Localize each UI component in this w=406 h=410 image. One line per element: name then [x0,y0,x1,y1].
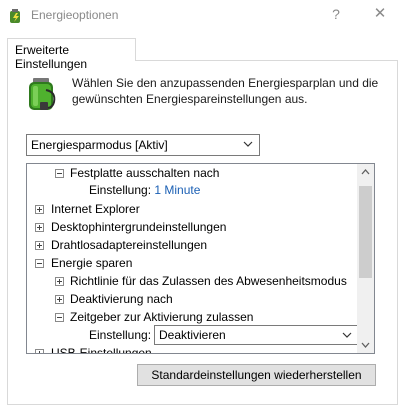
scroll-down-arrow-icon[interactable] [357,336,374,353]
expand-icon[interactable] [35,223,44,232]
wake-timers-dropdown[interactable]: Deaktivieren [154,325,358,345]
chevron-down-icon [243,141,253,147]
power-plan-selected: Energiesparmodus [Aktiv] [31,138,168,152]
setting-label: Einstellung: [89,328,152,342]
intro-text: Wählen Sie den anzupassenden Energiespar… [72,76,379,106]
restore-defaults-button[interactable]: Standardeinstellungen wiederherstellen [137,364,376,386]
power-plan-dropdown[interactable]: Energiesparmodus [Aktiv] [26,134,260,156]
energy-options-window: Energieoptionen ? ✕ Erweiterte Einstellu… [0,0,406,410]
expand-icon[interactable] [35,205,44,214]
tree-item-hard-disk-off[interactable]: Festplatte ausschalten nach [70,164,219,182]
expand-icon[interactable] [55,277,64,286]
tab-advanced-settings[interactable]: Erweiterte Einstellungen [7,38,136,71]
tree-setting-row[interactable]: Einstellung: 1 Minute [89,181,200,199]
window-title: Energieoptionen [31,8,119,22]
chevron-down-icon [342,332,352,338]
scroll-up-arrow-icon[interactable] [357,164,374,181]
vertical-scrollbar[interactable] [357,164,374,353]
scrollbar-thumb[interactable] [359,186,372,278]
expand-icon[interactable] [55,295,64,304]
setting-value-link[interactable]: 1 Minute [154,183,200,197]
tab-label: Erweiterte Einstellungen [15,43,88,71]
collapse-icon[interactable] [55,313,64,322]
tree-item-wake-timers[interactable]: Zeitgeber zur Aktivierung zulassen [70,308,253,326]
wake-timers-selected: Deaktivieren [159,328,226,342]
tree-item-desktop-background[interactable]: Desktophintergrundeinstellungen [51,218,226,236]
tree-item-usb-settings[interactable]: USB-Einstellungen [51,344,152,353]
tree-item-sleep-after[interactable]: Deaktivierung nach [70,290,173,308]
collapse-icon[interactable] [35,259,44,268]
title-bar: Energieoptionen ? ✕ [0,0,406,31]
settings-tree[interactable]: Festplatte ausschalten nach Einstellung:… [26,163,375,354]
battery-icon [29,78,56,110]
power-options-icon [10,9,20,23]
tree-item-internet-explorer[interactable]: Internet Explorer [51,200,140,218]
setting-label: Einstellung: [89,183,155,197]
expand-icon[interactable] [35,241,44,250]
tree-item-wireless-adapter[interactable]: Drahtlosadaptereinstellungen [51,236,207,254]
tree-item-sleep[interactable]: Energie sparen [51,254,132,272]
close-button[interactable]: ✕ [370,4,390,24]
help-button[interactable]: ? [328,4,344,24]
collapse-icon[interactable] [55,169,64,178]
tree-item-away-mode-policy[interactable]: Richtlinie für das Zulassen des Abwesenh… [70,272,347,290]
expand-icon[interactable] [35,349,44,353]
